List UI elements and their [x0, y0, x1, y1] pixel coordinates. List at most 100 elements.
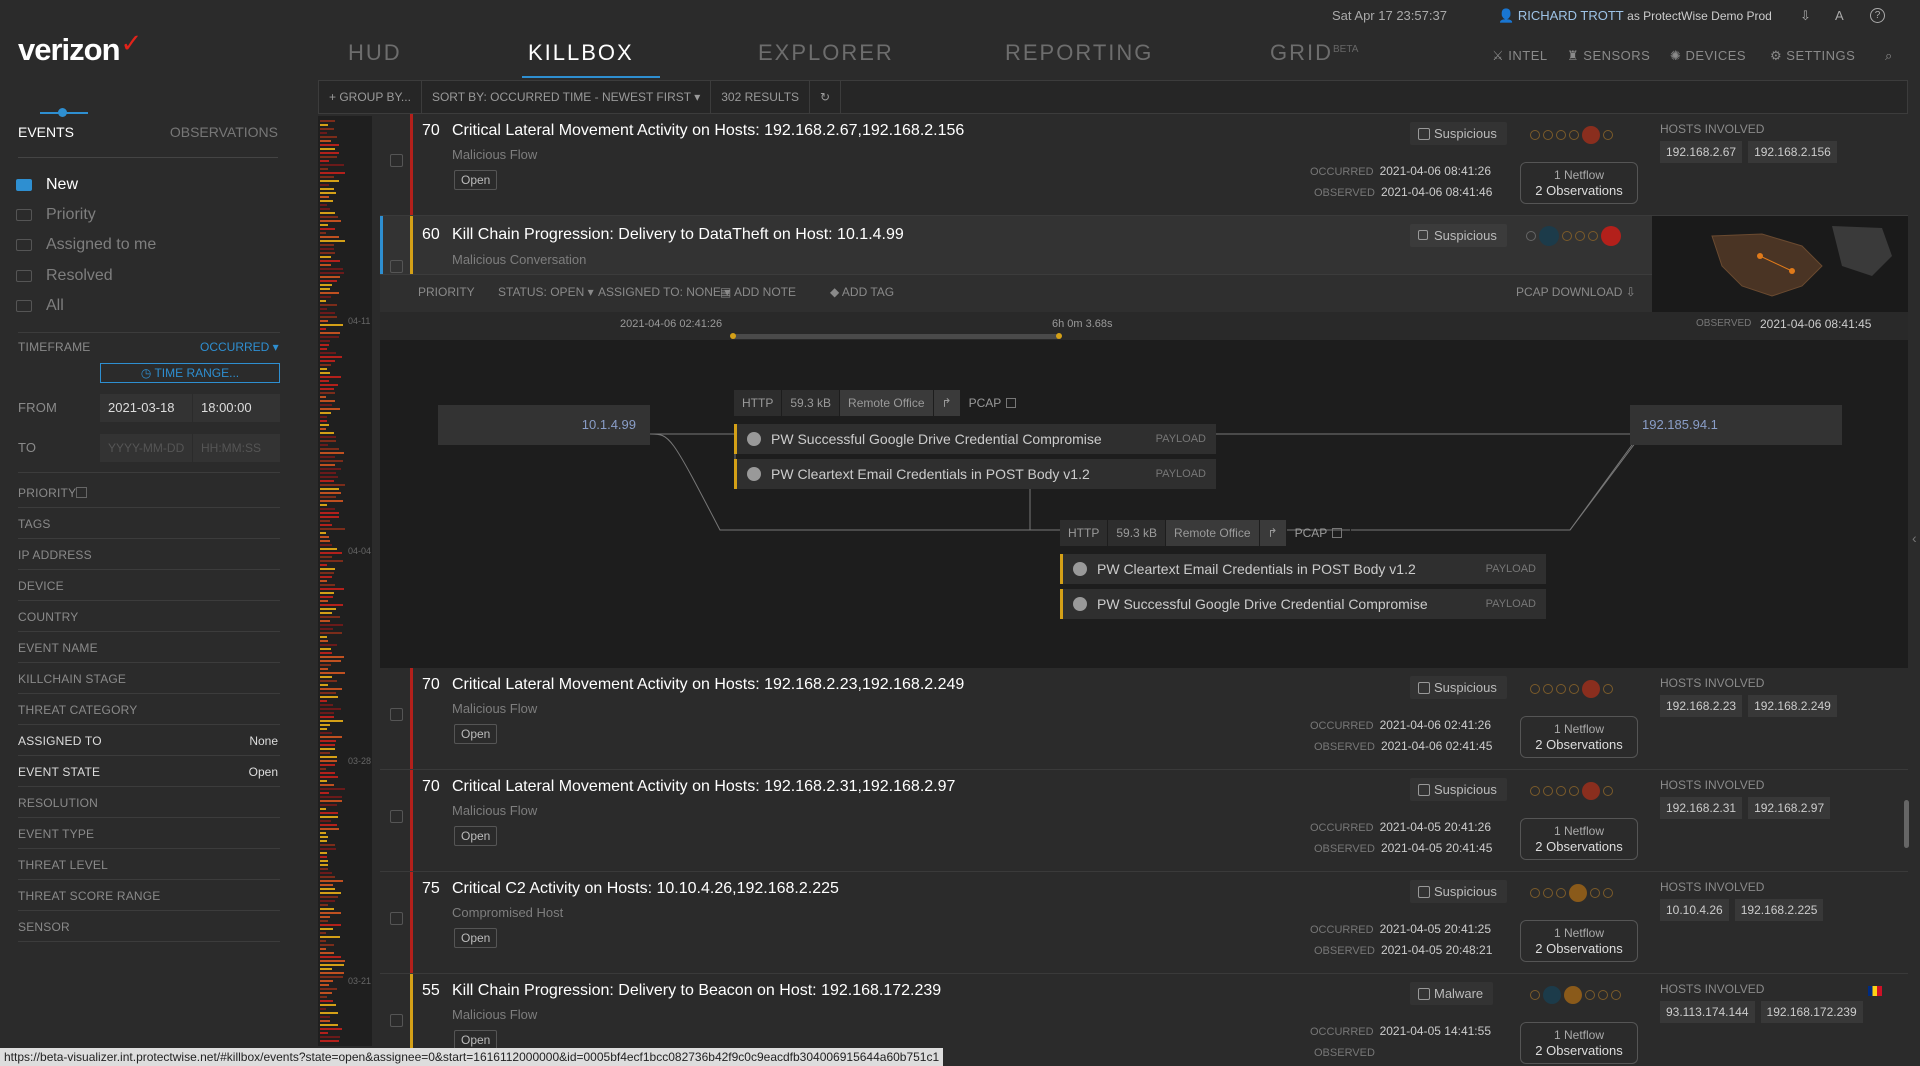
host-chip[interactable]: 192.168.2.97 — [1748, 797, 1831, 819]
signature-row[interactable]: PW Cleartext Email Credentials in POST B… — [1060, 554, 1546, 584]
filter-label[interactable]: TAGS — [18, 517, 51, 531]
tab-events[interactable]: EVENTS — [18, 124, 74, 140]
folder-assigned-to-me[interactable]: Assigned to me — [16, 236, 156, 254]
tab-grid[interactable]: GRID — [1270, 40, 1333, 66]
pcap-download-button[interactable]: PCAP DOWNLOAD ⇩ — [1516, 285, 1636, 299]
observation-count[interactable]: 1 Netflow 2 Observations — [1520, 716, 1638, 758]
filter-label[interactable]: EVENT NAME — [18, 641, 98, 655]
flow-direction-icon[interactable]: ↱ — [933, 390, 961, 416]
nav-settings[interactable]: ⚙ SETTINGS — [1770, 48, 1855, 64]
priority-checkbox[interactable] — [76, 487, 87, 498]
search-icon[interactable]: ⌕ — [1885, 48, 1893, 64]
time-range-button[interactable]: ◷ TIME RANGE... — [100, 363, 280, 383]
host-chip[interactable]: 192.168.2.67 — [1660, 141, 1743, 163]
filter-label[interactable]: PRIORITY — [18, 486, 76, 500]
add-note-button[interactable]: ▤ ADD NOTE — [720, 285, 796, 299]
help-icon[interactable]: ? — [1870, 8, 1885, 23]
from-date-input[interactable]: 2021-03-18 — [100, 394, 192, 422]
collapse-arrow-icon[interactable]: ‹ — [1912, 530, 1917, 546]
observed-value: 2021-04-06 08:41:46 — [1380, 185, 1493, 199]
refresh-icon[interactable]: ↻ — [810, 81, 842, 113]
user-menu[interactable]: 👤 RICHARD TROTT as ProtectWise Demo Prod — [1498, 8, 1772, 24]
pcap-checkbox[interactable] — [1332, 528, 1343, 538]
filter-label[interactable]: IP ADDRESS — [18, 548, 92, 562]
nav-intel[interactable]: ⚔ INTEL — [1492, 48, 1548, 64]
host-chip[interactable]: 93.113.174.144 — [1660, 1001, 1755, 1023]
priority-toggle[interactable]: PRIORITY — [418, 285, 475, 299]
folder-all[interactable]: All — [16, 297, 64, 315]
add-tag-button[interactable]: ◆ ADD TAG — [830, 285, 894, 299]
event-row[interactable]: 75 Critical C2 Activity on Hosts: 10.10.4… — [380, 872, 1908, 974]
tab-reporting[interactable]: REPORTING — [1005, 40, 1153, 66]
filter-label[interactable]: EVENT STATE — [18, 765, 100, 779]
host-chip[interactable]: 192.168.172.239 — [1760, 1001, 1863, 1023]
host-chip[interactable]: 192.168.2.156 — [1748, 141, 1837, 163]
observation-count[interactable]: 1 Netflow 2 Observations — [1520, 920, 1638, 962]
event-checkbox[interactable] — [390, 708, 403, 721]
event-row[interactable]: 70 Critical Lateral Movement Activity on … — [380, 114, 1908, 216]
signature-row[interactable]: PW Cleartext Email Credentials in POST B… — [734, 459, 1216, 489]
filter-label[interactable]: DEVICE — [18, 579, 64, 593]
event-row[interactable]: 70 Critical Lateral Movement Activity on … — [380, 770, 1908, 872]
timeline-mark — [320, 412, 331, 414]
timeline-mark — [320, 580, 327, 582]
event-checkbox[interactable] — [390, 154, 403, 167]
filter-label[interactable]: THREAT SCORE RANGE — [18, 889, 161, 903]
sort-by-select[interactable]: SORT BY: OCCURRED TIME - NEWEST FIRST ▾ — [422, 81, 712, 113]
nav-sensors[interactable]: ♜ SENSORS — [1567, 48, 1650, 64]
observation-count[interactable]: 1 Netflow 2 Observations — [1520, 818, 1638, 860]
event-checkbox[interactable] — [390, 260, 403, 273]
to-time-input[interactable]: HH:MM:SS — [193, 434, 280, 462]
dest-host-node[interactable]: 192.185.94.1 — [1630, 405, 1842, 445]
tab-hud[interactable]: HUD — [348, 40, 402, 66]
event-checkbox[interactable] — [390, 810, 403, 823]
to-date-input[interactable]: YYYY-MM-DD — [100, 434, 192, 462]
filter-label[interactable]: COUNTRY — [18, 610, 79, 624]
host-chip[interactable]: 192.168.2.225 — [1734, 899, 1824, 921]
signature-row[interactable]: PW Successful Google Drive Credential Co… — [734, 424, 1216, 454]
event-timeline-strip[interactable]: 04-11 04-04 03-28 03-21 — [318, 116, 372, 1046]
expanded-event: 60 Kill Chain Progression: Delivery to D… — [380, 216, 1908, 668]
event-checkbox[interactable] — [390, 912, 403, 925]
filter-label[interactable]: RESOLUTION — [18, 796, 98, 810]
filter-label[interactable]: THREAT CATEGORY — [18, 703, 137, 717]
host-chip[interactable]: 192.168.2.249 — [1748, 695, 1837, 717]
assignee-select[interactable]: ASSIGNED TO: NONE ▾ — [598, 285, 730, 299]
folder-priority[interactable]: Priority — [16, 206, 96, 224]
tab-explorer[interactable]: EXPLORER — [758, 40, 894, 66]
filter-label[interactable]: ASSIGNED TO — [18, 734, 102, 748]
nav-devices[interactable]: ✺ DEVICES — [1670, 48, 1746, 64]
host-chip[interactable]: 192.168.2.23 — [1660, 695, 1743, 717]
expanded-event-header[interactable]: 60 Kill Chain Progression: Delivery to D… — [380, 216, 1652, 312]
filter-label[interactable]: EVENT TYPE — [18, 827, 94, 841]
timeframe-select[interactable]: OCCURRED ▾ — [200, 340, 279, 354]
folder-new[interactable]: New — [16, 176, 78, 194]
from-time-input[interactable]: 18:00:00 — [193, 394, 280, 422]
observation-count[interactable]: 1 Netflow 2 Observations — [1520, 162, 1638, 204]
geo-map[interactable] — [1652, 216, 1908, 312]
timeline-mark — [320, 872, 332, 874]
timeline-mark — [320, 332, 340, 334]
filter-label[interactable]: SENSOR — [18, 920, 70, 934]
tab-killbox[interactable]: KILLBOX — [528, 40, 634, 66]
download-icon[interactable]: ⇩ — [1800, 8, 1811, 24]
flow-direction-icon[interactable]: ↱ — [1259, 520, 1287, 546]
host-chip[interactable]: 192.168.2.31 — [1660, 797, 1743, 819]
folder-resolved[interactable]: Resolved — [16, 267, 113, 285]
host-chip[interactable]: 10.10.4.26 — [1660, 899, 1729, 921]
tab-observations[interactable]: OBSERVATIONS — [170, 124, 278, 140]
event-checkbox[interactable] — [390, 1014, 403, 1027]
event-row[interactable]: 70 Critical Lateral Movement Activity on … — [380, 668, 1908, 770]
group-by-button[interactable]: + GROUP BY... — [319, 81, 422, 113]
font-size-button[interactable]: A — [1835, 8, 1844, 23]
status-select[interactable]: STATUS: OPEN ▾ — [498, 285, 594, 299]
source-host-node[interactable]: 10.1.4.99 — [438, 405, 650, 445]
filter-label[interactable]: THREAT LEVEL — [18, 858, 108, 872]
pcap-toggle[interactable]: PCAP — [961, 390, 1026, 416]
pcap-toggle[interactable]: PCAP — [1287, 520, 1352, 546]
observation-count[interactable]: 1 Netflow 2 Observations — [1520, 1022, 1638, 1064]
pcap-checkbox[interactable] — [1006, 398, 1017, 408]
scrollbar-thumb[interactable] — [1904, 800, 1909, 848]
signature-row[interactable]: PW Successful Google Drive Credential Co… — [1060, 589, 1546, 619]
filter-label[interactable]: KILLCHAIN STAGE — [18, 672, 126, 686]
